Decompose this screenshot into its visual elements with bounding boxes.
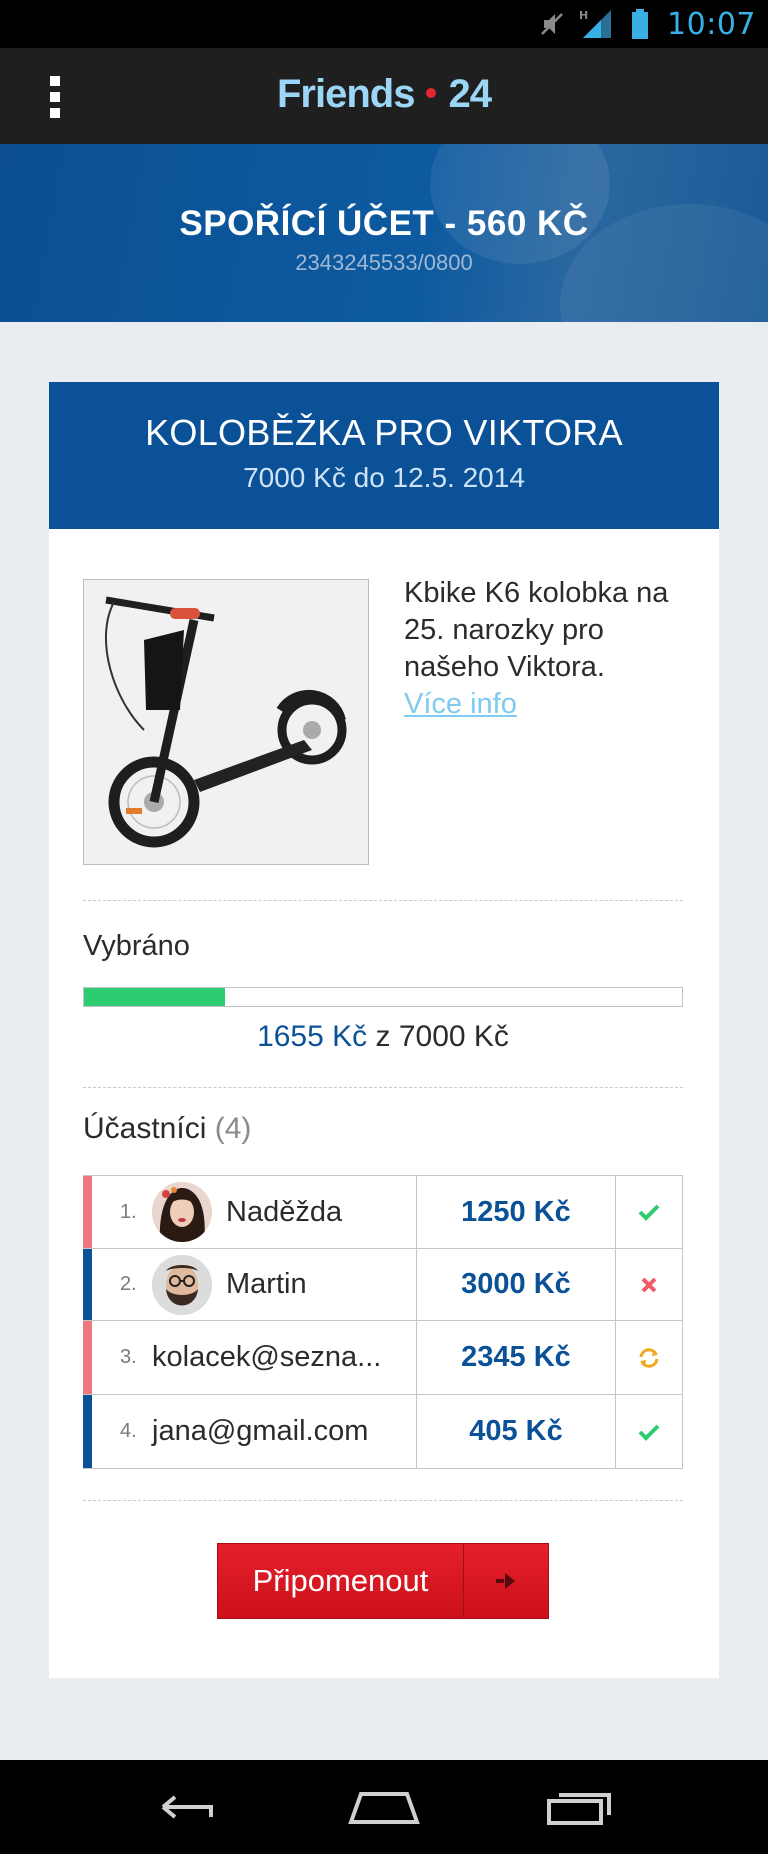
row-accent bbox=[83, 1176, 92, 1248]
remind-button[interactable]: Připomenout bbox=[217, 1543, 549, 1619]
participant-row[interactable]: 2. Martin 3000 Kč bbox=[83, 1248, 682, 1320]
participant-amount: 1250 Kč bbox=[417, 1176, 616, 1248]
participant-amount: 3000 Kč bbox=[417, 1249, 616, 1320]
clock: 10:07 bbox=[667, 6, 756, 42]
participant-row[interactable]: 3. kolacek@sezna... 2345 Kč bbox=[83, 1320, 682, 1394]
participant-number: 3. bbox=[120, 1346, 137, 1368]
participant-row[interactable]: 4. jana@gmail.com 405 Kč bbox=[83, 1394, 682, 1468]
remind-button-label: Připomenout bbox=[218, 1544, 464, 1618]
check-icon bbox=[616, 1395, 682, 1468]
participant-number: 2. bbox=[120, 1273, 137, 1295]
description-text: Kbike K6 kolobka na 25. narozky pro naše… bbox=[404, 577, 669, 683]
network-type-label: H bbox=[579, 9, 588, 22]
progress-bar bbox=[83, 987, 683, 1007]
home-icon[interactable] bbox=[344, 1782, 424, 1832]
signal-icon: H bbox=[579, 9, 613, 39]
progress-fill bbox=[84, 988, 226, 1006]
refresh-icon bbox=[616, 1321, 682, 1394]
app-title: Friends 24 bbox=[0, 72, 768, 117]
progress-summary: 1655 Kč z 7000 Kč bbox=[83, 1020, 683, 1054]
collection-title: KOLOBĚŽKA PRO VIKTORA bbox=[145, 412, 623, 453]
check-icon bbox=[616, 1176, 682, 1248]
app-bar: Friends 24 bbox=[0, 48, 768, 144]
raised-amount: 1655 Kč bbox=[257, 1020, 368, 1053]
participant-name: Martin bbox=[226, 1268, 307, 1300]
recent-apps-icon[interactable] bbox=[540, 1782, 620, 1832]
status-bar: H 10:07 bbox=[0, 0, 768, 48]
goal-amount: 7000 Kč bbox=[398, 1020, 509, 1053]
collection-description: Kbike K6 kolobka na 25. narozky pro naše… bbox=[404, 575, 704, 723]
back-icon[interactable] bbox=[148, 1782, 228, 1832]
participant-name: kolacek@sezna... bbox=[152, 1341, 382, 1373]
participant-amount: 2345 Kč bbox=[417, 1321, 616, 1394]
divider bbox=[83, 1087, 683, 1088]
title-dot bbox=[426, 88, 437, 99]
collection-subtitle: 7000 Kč do 12.5. 2014 bbox=[243, 462, 525, 493]
product-image[interactable] bbox=[83, 579, 369, 865]
account-title: SPOŘÍCÍ ÚČET - 560 KČ bbox=[179, 204, 589, 243]
scooter-illustration bbox=[84, 580, 368, 864]
participant-number: 1. bbox=[120, 1200, 137, 1223]
row-accent bbox=[83, 1321, 92, 1394]
participant-number: 4. bbox=[120, 1420, 137, 1442]
app-title-number: 24 bbox=[448, 72, 491, 116]
participant-name-cell: 3. kolacek@sezna... bbox=[92, 1321, 417, 1394]
collected-label: Vybráno bbox=[83, 930, 190, 962]
participant-amount: 405 Kč bbox=[417, 1395, 616, 1468]
avatar bbox=[152, 1182, 212, 1242]
mute-icon bbox=[539, 9, 565, 39]
collection-card: KOLOBĚŽKA PRO VIKTORA 7000 Kč do 12.5. 2… bbox=[49, 382, 719, 1678]
collection-header: KOLOBĚŽKA PRO VIKTORA 7000 Kč do 12.5. 2… bbox=[49, 382, 719, 529]
participants-label: Účastníci (4) bbox=[83, 1112, 251, 1146]
participant-name: jana@gmail.com bbox=[152, 1415, 369, 1447]
divider bbox=[83, 1500, 683, 1501]
participants-table: 1. Naděžda 1250 Kč 2. Martin 3000 Kč 3. … bbox=[83, 1175, 683, 1469]
system-nav-bar bbox=[0, 1760, 768, 1854]
participant-row[interactable]: 1. Naděžda 1250 Kč bbox=[83, 1176, 682, 1248]
arrow-right-icon bbox=[464, 1544, 548, 1618]
avatar bbox=[152, 1254, 212, 1315]
row-accent bbox=[83, 1249, 92, 1320]
divider bbox=[83, 900, 683, 901]
row-accent bbox=[83, 1395, 92, 1468]
battery-icon bbox=[627, 9, 653, 39]
more-info-link[interactable]: Více info bbox=[404, 686, 517, 723]
progress-separator: z bbox=[367, 1020, 399, 1053]
participant-name: Naděžda bbox=[226, 1195, 343, 1228]
cross-icon bbox=[616, 1249, 682, 1320]
participant-name-cell: 1. Naděžda bbox=[92, 1176, 417, 1248]
account-number: 2343245533/0800 bbox=[295, 250, 473, 275]
account-banner: SPOŘÍCÍ ÚČET - 560 KČ 2343245533/0800 bbox=[0, 144, 768, 322]
app-title-text: Friends bbox=[277, 72, 415, 116]
participant-name-cell: 2. Martin bbox=[92, 1249, 417, 1320]
participants-title: Účastníci bbox=[83, 1112, 207, 1145]
participant-name-cell: 4. jana@gmail.com bbox=[92, 1395, 417, 1468]
participants-count: (4) bbox=[214, 1112, 252, 1145]
